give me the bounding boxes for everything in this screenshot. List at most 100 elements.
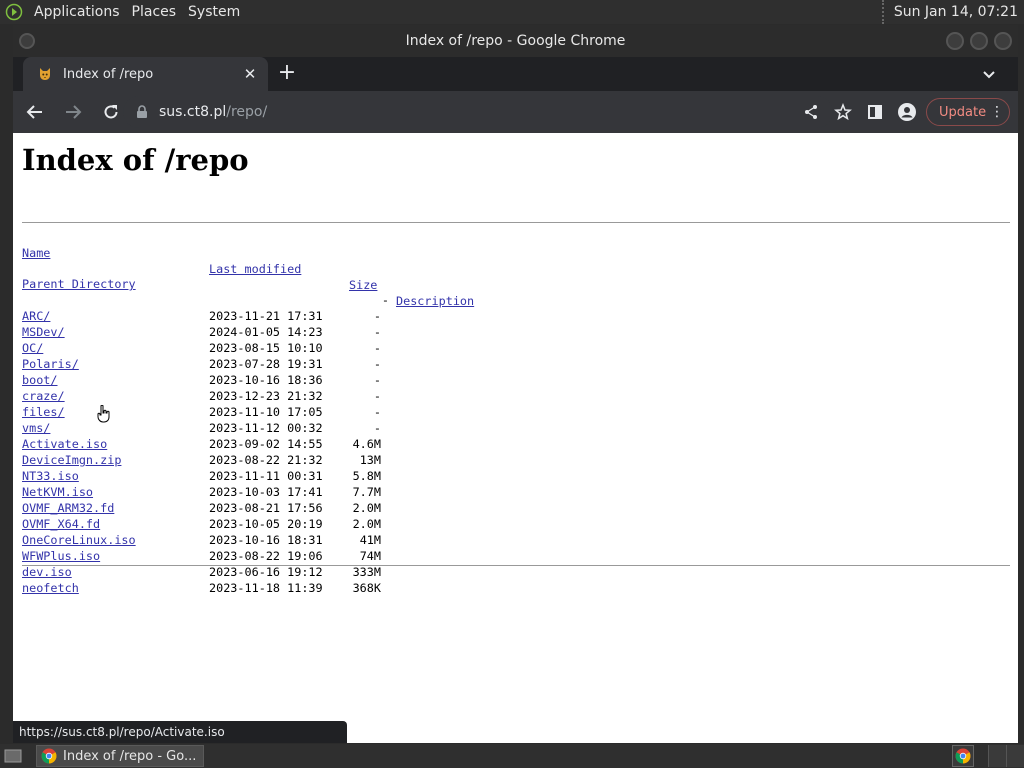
new-tab-button[interactable]: + — [275, 62, 299, 86]
file-link[interactable]: DeviceImgn.zip — [22, 452, 121, 468]
file-modified: 2023-08-15 10:10 — [209, 341, 323, 355]
file-link[interactable]: craze/ — [22, 388, 65, 404]
minimize-button[interactable] — [946, 32, 964, 50]
parent-size: - — [381, 293, 389, 307]
file-link[interactable]: MSDev/ — [22, 324, 65, 340]
profile-button[interactable] — [894, 96, 920, 128]
sort-by-size-link[interactable]: Size — [349, 277, 381, 293]
workspace-2[interactable] — [1006, 745, 1024, 767]
share-button[interactable] — [798, 96, 824, 128]
table-row: ARC/2023-11-21 17:31 - — [22, 308, 381, 324]
file-link[interactable]: WFWPlus.iso — [22, 548, 100, 564]
link-status-bar: https://sus.ct8.pl/repo/Activate.iso — [13, 721, 347, 743]
file-link[interactable]: OneCoreLinux.iso — [22, 532, 136, 548]
file-size: - — [373, 341, 381, 355]
panel-clock[interactable]: Sun Jan 14, 07:21 — [881, 0, 1024, 24]
file-size: 7.7M — [352, 485, 381, 499]
file-modified: 2023-09-02 14:55 — [209, 437, 323, 451]
side-panel-icon — [868, 105, 882, 119]
window-menu-icon[interactable] — [19, 33, 35, 49]
tab-title: Index of /repo — [63, 66, 154, 82]
window-controls — [946, 32, 1012, 50]
maximize-button[interactable] — [970, 32, 988, 50]
distro-logo-icon[interactable] — [0, 0, 28, 24]
table-row: WFWPlus.iso 2023-08-22 19:06 74M — [22, 548, 381, 564]
file-link[interactable]: neofetch — [22, 580, 79, 596]
taskbar-chrome-window[interactable]: Index of /repo - Go... — [36, 745, 204, 767]
chrome-icon — [41, 748, 57, 764]
tab-strip: Index of /repo ✕ + — [13, 57, 1018, 91]
table-row: OVMF_X64.fd 2023-10-05 20:19 2.0M — [22, 516, 381, 532]
forward-button[interactable] — [57, 96, 89, 128]
table-row: Activate.iso 2023-09-02 14:55 4.6M — [22, 436, 381, 452]
tray-chrome-icon — [955, 748, 971, 764]
lock-icon[interactable] — [135, 105, 149, 119]
file-link[interactable]: vms/ — [22, 420, 50, 436]
bottom-taskbar: Index of /repo - Go... — [0, 744, 1024, 768]
file-link[interactable]: files/ — [22, 404, 65, 420]
back-arrow-icon — [26, 105, 42, 119]
file-link[interactable]: OVMF_X64.fd — [22, 516, 100, 532]
file-link[interactable]: ARC/ — [22, 308, 50, 324]
bookmark-button[interactable] — [830, 96, 856, 128]
file-link[interactable]: dev.iso — [22, 564, 72, 580]
forward-arrow-icon — [66, 105, 82, 119]
file-modified: 2023-11-11 00:31 — [209, 469, 323, 483]
sort-by-modified-link[interactable]: Last modified — [209, 261, 301, 277]
header-divider — [22, 222, 1010, 223]
parent-directory-row: Parent Directory - — [22, 260, 389, 307]
file-modified: 2023-08-22 21:32 — [209, 453, 323, 467]
back-button[interactable] — [19, 96, 51, 128]
sort-by-description-link[interactable]: Description — [396, 293, 474, 309]
file-size: - — [373, 389, 381, 403]
star-icon — [834, 103, 852, 121]
file-link[interactable]: NetKVM.iso — [22, 484, 93, 500]
tab-index-of-repo[interactable]: Index of /repo ✕ — [23, 57, 268, 91]
file-size: 2.0M — [352, 517, 381, 531]
table-row: NT33.iso 2023-11-11 00:31 5.8M — [22, 468, 381, 484]
file-size: 41M — [359, 533, 381, 547]
menu-applications[interactable]: Applications — [28, 0, 126, 24]
file-size: - — [373, 325, 381, 339]
kebab-menu-icon[interactable]: ⋮ — [990, 104, 1004, 120]
file-modified: 2024-01-05 14:23 — [209, 325, 323, 339]
table-row: files/2023-11-10 17:05 - — [22, 404, 381, 420]
top-panel: Applications Places System Sun Jan 14, 0… — [0, 0, 1024, 24]
file-modified: 2023-11-18 11:39 — [209, 581, 323, 595]
file-size: 4.6M — [352, 437, 381, 451]
address-bar[interactable]: sus.ct8.pl/repo/ — [123, 96, 833, 128]
file-link[interactable]: Polaris/ — [22, 356, 79, 372]
share-icon — [805, 105, 817, 119]
profile-avatar-icon — [898, 103, 916, 121]
window-titlebar[interactable]: Index of /repo - Google Chrome — [13, 25, 1018, 57]
file-link[interactable]: NT33.iso — [22, 468, 79, 484]
tab-search-chevron-icon[interactable] — [980, 65, 998, 83]
file-link[interactable]: Activate.iso — [22, 436, 107, 452]
file-link[interactable]: OVMF_ARM32.fd — [22, 500, 114, 516]
parent-directory-link[interactable]: Parent Directory — [22, 276, 136, 292]
file-size: - — [373, 309, 381, 323]
toolbar-right-icons: Update ⋮ — [798, 96, 1010, 128]
tray-chrome-launcher[interactable] — [952, 745, 974, 767]
file-link[interactable]: boot/ — [22, 372, 58, 388]
file-modified: 2023-12-23 21:32 — [209, 389, 323, 403]
file-size: 5.8M — [352, 469, 381, 483]
footer-divider — [22, 565, 1010, 566]
chrome-window: Index of /repo - Google Chrome Index of … — [13, 25, 1018, 743]
show-desktop-icon[interactable] — [2, 746, 24, 766]
menu-system[interactable]: System — [182, 0, 246, 24]
side-panel-button[interactable] — [862, 96, 888, 128]
close-window-button[interactable] — [994, 32, 1012, 50]
hand-cursor-icon — [97, 405, 110, 423]
table-row: MSDev/2024-01-05 14:23 - — [22, 324, 381, 340]
workspace-1[interactable] — [988, 745, 1006, 767]
tab-close-icon[interactable]: ✕ — [242, 65, 258, 83]
update-button[interactable]: Update ⋮ — [926, 98, 1010, 126]
file-link[interactable]: OC/ — [22, 340, 43, 356]
table-row: OneCoreLinux.iso 2023-10-16 18:31 41M — [22, 532, 381, 548]
file-modified: 2023-10-16 18:36 — [209, 373, 323, 387]
window-title: Index of /repo - Google Chrome — [405, 33, 626, 49]
menu-places[interactable]: Places — [126, 0, 183, 24]
file-size: - — [373, 373, 381, 387]
file-modified: 2023-08-22 19:06 — [209, 549, 323, 563]
